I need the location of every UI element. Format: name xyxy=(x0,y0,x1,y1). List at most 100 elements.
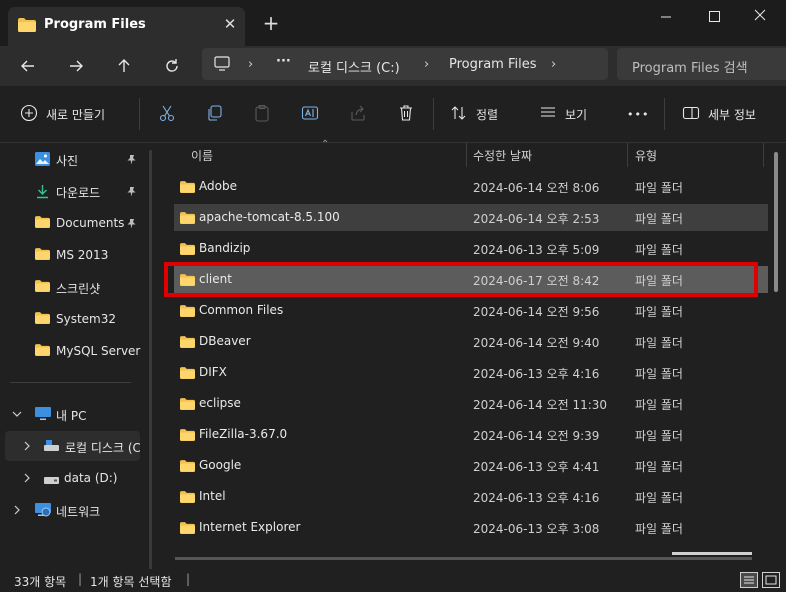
sidebar-item-label: 스크린샷 xyxy=(56,282,101,296)
column-divider[interactable] xyxy=(466,143,467,167)
new-tab-button[interactable]: + xyxy=(260,12,282,34)
chevron-right-icon[interactable] xyxy=(22,472,32,486)
navigation-pane: 사진 다운로드 Documents MS 2013 스크린샷 System32 … xyxy=(0,143,150,569)
chevron-down-icon[interactable] xyxy=(12,408,22,422)
file-name: Common Files xyxy=(199,303,284,317)
rename-icon xyxy=(301,104,319,125)
file-row[interactable]: apache-tomcat-8.5.100 2024-06-14 오후 2:53 파… xyxy=(174,204,768,231)
sort-ascending-icon: ⌃ xyxy=(321,139,330,150)
breadcrumb-more[interactable]: ··· xyxy=(276,54,291,69)
sidebar-item-screenshots[interactable]: 스크린샷 xyxy=(0,272,150,302)
file-name: Google xyxy=(199,458,242,472)
file-type: 파일 폴더 xyxy=(635,367,683,381)
breadcrumb-local-disk[interactable]: 로컬 디스크 (C:) xyxy=(308,57,400,76)
view-button-label: 보기 xyxy=(565,107,588,122)
file-row[interactable]: client 2024-06-17 오전 8:42 파일 폴더 xyxy=(174,266,768,293)
command-bar: 새로 만들기 정렬 보기 ••• 세부 정보 xyxy=(0,86,786,143)
search-placeholder: Program Files 검색 xyxy=(632,61,748,76)
folder-icon xyxy=(180,336,195,351)
search-box[interactable]: Program Files 검색 xyxy=(617,48,786,80)
sidebar-item-documents[interactable]: Documents xyxy=(0,208,150,238)
column-divider[interactable] xyxy=(627,143,628,167)
sidebar-item-mysql-server[interactable]: MySQL Server 5 xyxy=(0,336,150,366)
sidebar-scrollbar[interactable] xyxy=(149,150,152,570)
sidebar-item-data-drive[interactable]: data (D:) xyxy=(0,463,150,493)
tab-program-files[interactable]: Program Files ✕ xyxy=(8,7,245,46)
more-options-button[interactable]: ••• xyxy=(627,103,649,125)
column-header-row: ⌃ 이름 수정한 날짜 유형 xyxy=(160,139,776,167)
folder-icon xyxy=(180,398,195,413)
cut-button[interactable] xyxy=(158,103,176,125)
sort-icon xyxy=(450,104,468,125)
close-tab-icon[interactable]: ✕ xyxy=(220,14,240,34)
details-pane-button[interactable]: 세부 정보 xyxy=(682,103,756,125)
vertical-scrollbar[interactable] xyxy=(774,152,778,292)
details-view-button[interactable] xyxy=(740,572,758,588)
file-row[interactable]: eclipse 2024-06-14 오전 11:30 파일 폴더 xyxy=(174,390,768,417)
sidebar-item-system32[interactable]: System32 xyxy=(0,304,150,334)
column-header-name[interactable]: 이름 xyxy=(191,147,213,164)
breadcrumb-separator: › xyxy=(551,57,557,72)
delete-button[interactable] xyxy=(397,103,415,125)
column-divider[interactable] xyxy=(763,143,764,167)
copy-button[interactable] xyxy=(205,103,223,125)
horizontal-scrollbar[interactable] xyxy=(175,557,752,560)
file-date: 2024-06-17 오전 8:42 xyxy=(473,274,600,288)
file-row[interactable]: DBeaver 2024-06-14 오전 9:40 파일 폴더 xyxy=(174,328,768,355)
close-window-button[interactable] xyxy=(740,6,780,28)
back-button[interactable] xyxy=(18,56,38,76)
file-row[interactable]: FileZilla-3.67.0 2024-06-14 오전 9:39 파일 폴더 xyxy=(174,421,768,448)
column-header-type[interactable]: 유형 xyxy=(635,147,657,164)
drive-icon xyxy=(43,474,60,488)
share-button[interactable] xyxy=(349,103,367,125)
file-type: 파일 폴더 xyxy=(635,212,683,226)
selection-count: 1개 항목 선택함 xyxy=(90,575,172,589)
minimize-button[interactable] xyxy=(646,6,686,28)
rename-button[interactable] xyxy=(301,103,319,125)
sidebar-item-network[interactable]: 네트워크 xyxy=(0,495,150,525)
divider xyxy=(139,98,140,130)
sidebar-item-pictures[interactable]: 사진 xyxy=(0,144,150,174)
chevron-right-icon[interactable] xyxy=(22,440,32,454)
breadcrumb-program-files[interactable]: Program Files xyxy=(449,57,537,72)
paste-button[interactable] xyxy=(253,103,271,125)
maximize-button[interactable] xyxy=(693,6,733,28)
up-button[interactable] xyxy=(114,56,134,76)
file-type: 파일 폴더 xyxy=(635,181,683,195)
sidebar-item-downloads[interactable]: 다운로드 xyxy=(0,176,150,206)
large-icons-view-button[interactable] xyxy=(762,572,780,588)
file-row[interactable]: Intel 2024-06-13 오후 4:16 파일 폴더 xyxy=(174,483,768,510)
view-button[interactable]: 보기 xyxy=(539,103,587,125)
file-row[interactable]: Google 2024-06-13 오후 4:41 파일 폴더 xyxy=(174,452,768,479)
sidebar-item-local-disk[interactable]: 로컬 디스크 (C:) xyxy=(5,431,140,461)
file-name: apache-tomcat-8.5.100 xyxy=(199,210,340,224)
new-button[interactable]: 새로 만들기 xyxy=(20,103,105,125)
pin-icon xyxy=(126,186,137,200)
refresh-button[interactable] xyxy=(162,56,182,76)
sort-button[interactable]: 정렬 xyxy=(450,103,498,125)
download-icon xyxy=(35,184,50,202)
address-bar[interactable]: › ··· 로컬 디스크 (C:) › Program Files › xyxy=(202,48,608,80)
horizontal-scrollbar-thumb[interactable] xyxy=(672,552,752,555)
status-bar: 33개 항목 | 1개 항목 선택함 | xyxy=(0,569,786,592)
file-name: Bandizip xyxy=(199,241,251,255)
file-row[interactable]: Bandizip 2024-06-13 오후 5:09 파일 폴더 xyxy=(174,235,768,262)
file-type: 파일 폴더 xyxy=(635,243,683,257)
file-row[interactable]: Adobe 2024-06-14 오전 8:06 파일 폴더 xyxy=(174,173,768,200)
sidebar-item-ms2013[interactable]: MS 2013 xyxy=(0,240,150,270)
file-explorer-window: Program Files ✕ + › ··· 로컬 디스크 (C:) › Pr… xyxy=(0,0,786,592)
forward-button[interactable] xyxy=(66,56,86,76)
file-row[interactable]: Internet Explorer 2024-06-13 오후 3:08 파일 폴더 xyxy=(174,514,768,541)
file-row[interactable]: Common Files 2024-06-14 오전 9:56 파일 폴더 xyxy=(174,297,768,324)
file-date: 2024-06-14 오전 9:56 xyxy=(473,305,600,319)
sidebar-divider xyxy=(10,382,131,383)
folder-icon xyxy=(180,243,195,258)
file-type: 파일 폴더 xyxy=(635,522,683,536)
folder-icon xyxy=(18,18,36,35)
chevron-right-icon[interactable] xyxy=(12,504,22,518)
divider xyxy=(664,98,665,130)
file-name: Internet Explorer xyxy=(199,520,301,534)
file-row[interactable]: DIFX 2024-06-13 오후 4:16 파일 폴더 xyxy=(174,359,768,386)
column-header-date[interactable]: 수정한 날짜 xyxy=(473,147,532,164)
sidebar-item-this-pc[interactable]: 내 PC xyxy=(0,399,150,429)
